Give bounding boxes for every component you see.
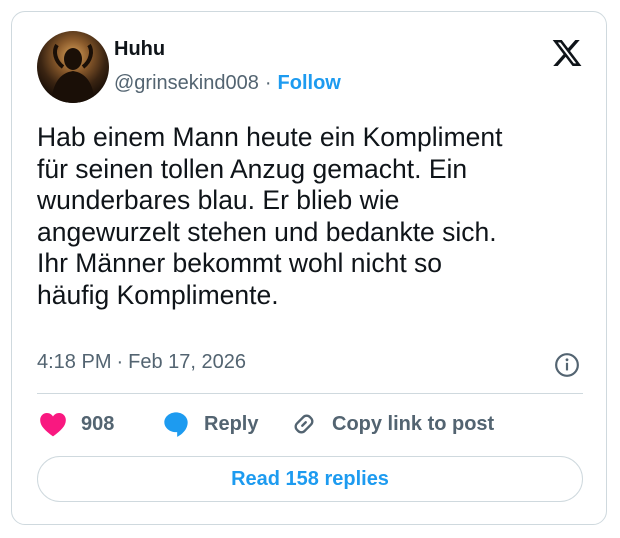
tweet-timestamp[interactable]: 4:18 PM · Feb 17, 2026 <box>37 351 246 374</box>
avatar[interactable] <box>37 31 109 103</box>
tweet-text: Hab einem Mann heute ein Kompliment für … <box>37 122 503 310</box>
author-handle[interactable]: @grinsekind008 <box>114 72 259 94</box>
timestamp-separator: · <box>116 351 124 373</box>
copy-link-button[interactable]: Copy link to post <box>290 410 494 438</box>
heart-icon <box>40 413 66 437</box>
divider <box>37 393 583 394</box>
avatar-silhouette-icon <box>51 43 95 103</box>
follow-button[interactable]: Follow <box>278 72 341 94</box>
author-name[interactable]: Huhu <box>114 38 165 61</box>
tweet-date: Feb 17, 2026 <box>128 351 247 373</box>
x-logo-icon[interactable] <box>550 37 584 69</box>
tweet-card: Huhu @grinsekind008 · Follow Hab einem Man… <box>11 11 607 525</box>
info-icon[interactable] <box>554 352 580 378</box>
tweet-time: 4:18 PM <box>37 351 112 373</box>
read-replies-button[interactable]: Read 158 replies <box>37 456 583 502</box>
reply-button[interactable]: Reply <box>162 410 258 438</box>
reply-label: Reply <box>204 412 259 435</box>
like-count: 908 <box>81 412 115 435</box>
handle-separator: · <box>264 72 272 94</box>
copy-link-label: Copy link to post <box>332 412 495 435</box>
author-handle-row: @grinsekind008 · Follow <box>114 72 341 95</box>
link-icon <box>294 414 314 434</box>
speech-bubble-icon <box>164 412 188 437</box>
like-button[interactable]: 908 <box>39 410 114 438</box>
